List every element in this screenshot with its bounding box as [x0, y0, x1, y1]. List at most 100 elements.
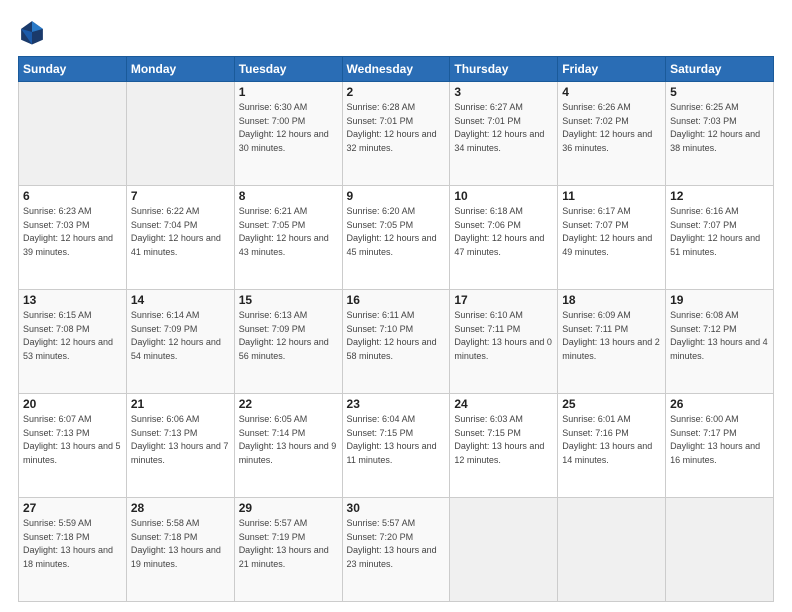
day-cell: 26 Sunrise: 6:00 AM Sunset: 7:17 PM Dayl… — [666, 394, 774, 498]
weekday-header-monday: Monday — [126, 57, 234, 82]
day-cell — [666, 498, 774, 602]
sunset-text: Sunset: 7:01 PM — [454, 116, 521, 126]
sunset-text: Sunset: 7:02 PM — [562, 116, 629, 126]
day-number: 26 — [670, 397, 769, 411]
day-detail: Sunrise: 6:17 AM Sunset: 7:07 PM Dayligh… — [562, 205, 661, 259]
sunset-text: Sunset: 7:03 PM — [23, 220, 90, 230]
day-number: 25 — [562, 397, 661, 411]
sunset-text: Sunset: 7:00 PM — [239, 116, 306, 126]
sunset-text: Sunset: 7:09 PM — [131, 324, 198, 334]
daylight-text: Daylight: 12 hours and 34 minutes. — [454, 129, 544, 153]
day-cell: 9 Sunrise: 6:20 AM Sunset: 7:05 PM Dayli… — [342, 186, 450, 290]
calendar-body: 1 Sunrise: 6:30 AM Sunset: 7:00 PM Dayli… — [19, 82, 774, 602]
sunset-text: Sunset: 7:13 PM — [23, 428, 90, 438]
day-detail: Sunrise: 5:57 AM Sunset: 7:19 PM Dayligh… — [239, 517, 338, 571]
day-cell: 27 Sunrise: 5:59 AM Sunset: 7:18 PM Dayl… — [19, 498, 127, 602]
day-cell: 23 Sunrise: 6:04 AM Sunset: 7:15 PM Dayl… — [342, 394, 450, 498]
daylight-text: Daylight: 12 hours and 30 minutes. — [239, 129, 329, 153]
weekday-header-thursday: Thursday — [450, 57, 558, 82]
weekday-header-tuesday: Tuesday — [234, 57, 342, 82]
day-number: 23 — [347, 397, 446, 411]
logo-icon — [18, 18, 46, 46]
sunrise-text: Sunrise: 6:06 AM — [131, 414, 200, 424]
day-detail: Sunrise: 6:11 AM Sunset: 7:10 PM Dayligh… — [347, 309, 446, 363]
day-number: 13 — [23, 293, 122, 307]
sunset-text: Sunset: 7:20 PM — [347, 532, 414, 542]
day-detail: Sunrise: 6:09 AM Sunset: 7:11 PM Dayligh… — [562, 309, 661, 363]
day-number: 7 — [131, 189, 230, 203]
day-detail: Sunrise: 6:15 AM Sunset: 7:08 PM Dayligh… — [23, 309, 122, 363]
day-number: 29 — [239, 501, 338, 515]
week-row-5: 27 Sunrise: 5:59 AM Sunset: 7:18 PM Dayl… — [19, 498, 774, 602]
sunset-text: Sunset: 7:07 PM — [670, 220, 737, 230]
weekday-header-saturday: Saturday — [666, 57, 774, 82]
day-number: 4 — [562, 85, 661, 99]
day-cell: 16 Sunrise: 6:11 AM Sunset: 7:10 PM Dayl… — [342, 290, 450, 394]
day-detail: Sunrise: 6:08 AM Sunset: 7:12 PM Dayligh… — [670, 309, 769, 363]
sunrise-text: Sunrise: 6:21 AM — [239, 206, 308, 216]
day-detail: Sunrise: 6:04 AM Sunset: 7:15 PM Dayligh… — [347, 413, 446, 467]
weekday-header-friday: Friday — [558, 57, 666, 82]
day-cell — [450, 498, 558, 602]
header — [18, 18, 774, 46]
day-cell — [19, 82, 127, 186]
daylight-text: Daylight: 13 hours and 16 minutes. — [670, 441, 760, 465]
sunrise-text: Sunrise: 6:04 AM — [347, 414, 416, 424]
sunrise-text: Sunrise: 6:01 AM — [562, 414, 631, 424]
day-cell: 15 Sunrise: 6:13 AM Sunset: 7:09 PM Dayl… — [234, 290, 342, 394]
day-cell: 2 Sunrise: 6:28 AM Sunset: 7:01 PM Dayli… — [342, 82, 450, 186]
sunset-text: Sunset: 7:13 PM — [131, 428, 198, 438]
day-number: 11 — [562, 189, 661, 203]
day-cell: 4 Sunrise: 6:26 AM Sunset: 7:02 PM Dayli… — [558, 82, 666, 186]
sunrise-text: Sunrise: 6:09 AM — [562, 310, 631, 320]
day-number: 24 — [454, 397, 553, 411]
calendar-table: SundayMondayTuesdayWednesdayThursdayFrid… — [18, 56, 774, 602]
daylight-text: Daylight: 12 hours and 39 minutes. — [23, 233, 113, 257]
day-detail: Sunrise: 5:58 AM Sunset: 7:18 PM Dayligh… — [131, 517, 230, 571]
day-cell: 1 Sunrise: 6:30 AM Sunset: 7:00 PM Dayli… — [234, 82, 342, 186]
sunrise-text: Sunrise: 5:59 AM — [23, 518, 92, 528]
day-number: 9 — [347, 189, 446, 203]
day-detail: Sunrise: 6:26 AM Sunset: 7:02 PM Dayligh… — [562, 101, 661, 155]
day-detail: Sunrise: 6:05 AM Sunset: 7:14 PM Dayligh… — [239, 413, 338, 467]
sunset-text: Sunset: 7:11 PM — [562, 324, 628, 334]
sunrise-text: Sunrise: 6:03 AM — [454, 414, 523, 424]
sunrise-text: Sunrise: 6:07 AM — [23, 414, 92, 424]
sunset-text: Sunset: 7:15 PM — [347, 428, 414, 438]
day-number: 17 — [454, 293, 553, 307]
sunrise-text: Sunrise: 6:20 AM — [347, 206, 416, 216]
day-number: 30 — [347, 501, 446, 515]
day-cell: 11 Sunrise: 6:17 AM Sunset: 7:07 PM Dayl… — [558, 186, 666, 290]
sunrise-text: Sunrise: 6:26 AM — [562, 102, 631, 112]
day-detail: Sunrise: 6:16 AM Sunset: 7:07 PM Dayligh… — [670, 205, 769, 259]
day-detail: Sunrise: 6:07 AM Sunset: 7:13 PM Dayligh… — [23, 413, 122, 467]
day-detail: Sunrise: 6:10 AM Sunset: 7:11 PM Dayligh… — [454, 309, 553, 363]
day-detail: Sunrise: 6:25 AM Sunset: 7:03 PM Dayligh… — [670, 101, 769, 155]
logo — [18, 18, 50, 46]
day-number: 21 — [131, 397, 230, 411]
day-number: 16 — [347, 293, 446, 307]
daylight-text: Daylight: 13 hours and 5 minutes. — [23, 441, 121, 465]
sunset-text: Sunset: 7:07 PM — [562, 220, 629, 230]
day-number: 3 — [454, 85, 553, 99]
day-number: 27 — [23, 501, 122, 515]
daylight-text: Daylight: 13 hours and 19 minutes. — [131, 545, 221, 569]
day-number: 2 — [347, 85, 446, 99]
daylight-text: Daylight: 13 hours and 4 minutes. — [670, 337, 768, 361]
daylight-text: Daylight: 13 hours and 12 minutes. — [454, 441, 544, 465]
day-detail: Sunrise: 6:14 AM Sunset: 7:09 PM Dayligh… — [131, 309, 230, 363]
sunrise-text: Sunrise: 6:16 AM — [670, 206, 739, 216]
day-number: 8 — [239, 189, 338, 203]
daylight-text: Daylight: 12 hours and 41 minutes. — [131, 233, 221, 257]
day-cell: 22 Sunrise: 6:05 AM Sunset: 7:14 PM Dayl… — [234, 394, 342, 498]
day-number: 5 — [670, 85, 769, 99]
week-row-1: 1 Sunrise: 6:30 AM Sunset: 7:00 PM Dayli… — [19, 82, 774, 186]
day-detail: Sunrise: 6:22 AM Sunset: 7:04 PM Dayligh… — [131, 205, 230, 259]
daylight-text: Daylight: 13 hours and 18 minutes. — [23, 545, 113, 569]
day-number: 1 — [239, 85, 338, 99]
day-number: 15 — [239, 293, 338, 307]
sunset-text: Sunset: 7:06 PM — [454, 220, 521, 230]
sunrise-text: Sunrise: 6:08 AM — [670, 310, 739, 320]
sunset-text: Sunset: 7:14 PM — [239, 428, 306, 438]
sunrise-text: Sunrise: 5:57 AM — [347, 518, 416, 528]
